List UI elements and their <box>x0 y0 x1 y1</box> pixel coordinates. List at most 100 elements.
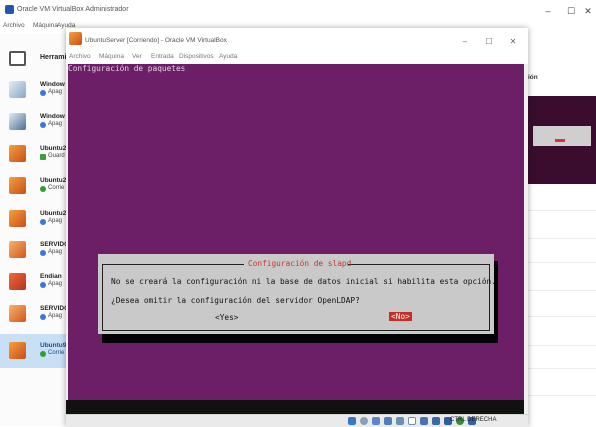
vm-name: Ubuntu2 <box>40 145 67 152</box>
vm-state: Apag <box>48 281 63 287</box>
guest-screen[interactable]: Configuración de paquetes Configuración … <box>68 64 524 400</box>
vm-list-item-selected[interactable]: Ubuntu9 Corrie <box>0 334 70 368</box>
vm-name: SERVIDO <box>40 305 70 312</box>
yes-button[interactable]: <Yes> <box>214 313 239 322</box>
ubuntu-icon <box>69 32 82 45</box>
vm-statusbar: CTRL DERECHA <box>66 414 528 427</box>
vm-preview-thumbnail <box>528 96 596 184</box>
running-icon <box>40 186 46 192</box>
guest-screen-bottom-strip <box>66 400 524 414</box>
vm-state: Corrie <box>48 350 65 356</box>
windows-10-icon <box>9 113 26 130</box>
vm-state: Corrie <box>48 185 65 191</box>
vm-state: Apag <box>48 218 63 224</box>
vm-name: Ubuntu2 <box>40 210 67 217</box>
divider <box>528 345 596 346</box>
dialog-message: No se creará la configuración ni la base… <box>111 277 496 286</box>
vm-state: Apag <box>48 89 63 95</box>
slapd-dialog: Configuración de slapd No se creará la c… <box>98 254 496 334</box>
shared-folders-icon[interactable] <box>407 417 416 425</box>
vm-menubar: Archivo Máquina Ver Entrada Dispositivos… <box>66 52 528 64</box>
ubuntu-icon <box>9 145 26 162</box>
ubuntu-icon <box>9 305 26 322</box>
hard-disk-icon[interactable] <box>348 417 356 425</box>
maximize-button[interactable]: ☐ <box>480 36 498 48</box>
minimize-button[interactable]: – <box>538 4 558 18</box>
tools-icon <box>9 51 26 66</box>
powered-off-icon <box>40 122 46 128</box>
vm-state: Guard <box>48 153 65 159</box>
ubuntu-icon <box>9 210 26 227</box>
vm-list-item[interactable]: Ubuntu2 Corrie <box>0 172 70 200</box>
menu-entrada[interactable]: Entrada <box>151 53 174 60</box>
manager-title: Oracle VM VirtualBox Administrador <box>17 6 129 13</box>
powered-off-icon <box>40 282 46 288</box>
saved-state-icon <box>40 154 46 160</box>
divider <box>528 210 596 211</box>
network-icon[interactable] <box>383 417 392 425</box>
vm-list-item[interactable]: Endian Apag <box>0 268 70 296</box>
menu-maquina[interactable]: Máquina <box>33 22 58 29</box>
audio-icon[interactable] <box>371 417 380 425</box>
menu-archivo[interactable]: Archivo <box>3 22 25 29</box>
screen-header: Configuración de paquetes <box>68 64 186 73</box>
vm-list-item[interactable]: Ubuntu2 Apag <box>0 205 70 233</box>
virtualbox-logo-icon <box>5 5 14 14</box>
vm-window-title: UbuntuServer [Corriendo] - Oracle VM Vir… <box>85 37 227 44</box>
vm-state: Apag <box>48 313 63 319</box>
vm-list-item[interactable]: SERVIDO Apag <box>0 300 70 328</box>
menu-ayuda[interactable]: Ayuda <box>219 53 237 60</box>
powered-off-icon <box>40 250 46 256</box>
divider <box>528 238 596 239</box>
powered-off-icon <box>40 219 46 225</box>
vm-name: Endian <box>40 273 62 280</box>
optical-drive-icon[interactable] <box>359 417 368 425</box>
ubuntu-icon <box>9 241 26 258</box>
minimize-button[interactable]: – <box>456 36 474 48</box>
divider <box>528 290 596 291</box>
vm-name: Window <box>40 113 65 120</box>
divider <box>528 368 596 369</box>
vm-list-item[interactable]: SERVIDO Apag <box>0 236 70 264</box>
details-section-label: ión <box>528 74 538 81</box>
tools-label: Herrami <box>40 54 67 61</box>
vm-state: Apag <box>48 121 63 127</box>
dialog-question: ¿Desea omitir la configuración del servi… <box>111 296 360 305</box>
vm-name: Window <box>40 81 65 88</box>
divider <box>528 395 596 396</box>
menu-archivo[interactable]: Archivo <box>69 53 91 60</box>
running-icon <box>40 351 46 357</box>
usb-icon[interactable] <box>395 417 404 425</box>
menu-dispositivos[interactable]: Dispositivos <box>179 53 214 60</box>
vm-name: Ubuntu2 <box>40 177 67 184</box>
display-icon[interactable] <box>419 417 428 425</box>
recording-icon[interactable] <box>431 417 440 425</box>
vm-name: Ubuntu9 <box>40 342 67 349</box>
host-key-label: CTRL DERECHA <box>450 417 497 423</box>
vm-name: SERVIDO <box>40 241 70 248</box>
close-button[interactable]: ✕ <box>504 36 522 48</box>
dialog-title: Configuración de slapd <box>248 259 352 268</box>
preview-dialog <box>533 126 591 146</box>
manager-titlebar: Oracle VM VirtualBox Administrador – ☐ ✕ <box>0 0 596 22</box>
menu-ver[interactable]: Ver <box>132 53 142 60</box>
powered-off-icon <box>40 90 46 96</box>
preview-no-button <box>555 139 565 142</box>
vm-list-item[interactable]: Window Apag <box>0 76 70 104</box>
menu-maquina[interactable]: Máquina <box>99 53 124 60</box>
vm-titlebar: UbuntuServer [Corriendo] - Oracle VM Vir… <box>66 28 528 52</box>
powered-off-icon <box>40 314 46 320</box>
tools-item[interactable]: Herrami <box>0 46 70 72</box>
windows-7-icon <box>9 81 26 98</box>
vm-window: UbuntuServer [Corriendo] - Oracle VM Vir… <box>66 28 528 427</box>
ubuntu-icon <box>9 342 26 359</box>
close-button[interactable]: ✕ <box>578 4 596 18</box>
endian-icon <box>9 273 26 290</box>
divider <box>528 262 596 263</box>
divider <box>528 316 596 317</box>
vm-list-item[interactable]: Ubuntu2 Guard <box>0 140 70 168</box>
vm-list-item[interactable]: Window Apag <box>0 108 70 136</box>
vm-state: Apag <box>48 249 63 255</box>
no-button[interactable]: <No> <box>389 312 412 321</box>
ubuntu-icon <box>9 177 26 194</box>
